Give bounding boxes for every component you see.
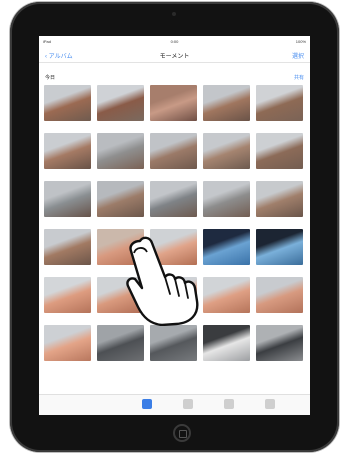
- photo-thumbnail[interactable]: [44, 229, 91, 265]
- tab-shared[interactable]: [183, 399, 193, 409]
- photo-thumbnail[interactable]: [97, 181, 144, 217]
- photo-thumbnail[interactable]: [44, 85, 91, 121]
- photo-thumbnail[interactable]: [150, 325, 197, 361]
- clock: 0:00: [170, 39, 179, 44]
- photo-thumbnail[interactable]: [203, 229, 250, 265]
- page-title: モーメント: [159, 54, 190, 60]
- photo-thumbnail[interactable]: [203, 325, 250, 361]
- home-button[interactable]: [173, 424, 191, 442]
- photo-thumbnail[interactable]: [44, 133, 91, 169]
- photo-thumbnail[interactable]: [203, 85, 250, 121]
- photo-thumbnail[interactable]: [44, 325, 91, 361]
- select-button[interactable]: 選択: [292, 51, 304, 60]
- tab-photos[interactable]: [142, 399, 152, 409]
- photo-thumbnail[interactable]: [44, 277, 91, 313]
- photo-thumbnail[interactable]: [256, 85, 303, 121]
- status-bar: iPad 0:00 100%: [39, 36, 310, 46]
- tab-for-you[interactable]: [265, 399, 275, 409]
- photo-thumbnail[interactable]: [256, 133, 303, 169]
- photo-thumbnail[interactable]: [97, 325, 144, 361]
- photo-thumbnail[interactable]: [256, 229, 303, 265]
- photo-thumbnail[interactable]: [256, 277, 303, 313]
- moment-section-header: 今日 共有: [39, 72, 310, 82]
- photo-thumbnail[interactable]: [150, 181, 197, 217]
- share-button[interactable]: 共有: [294, 74, 304, 81]
- navigation-bar: ‹ アルバム モーメント 選択: [39, 46, 310, 63]
- ipad-screen: iPad 0:00 100% ‹ アルバム モーメント 選択 今日 共有: [39, 36, 310, 415]
- photo-thumbnail[interactable]: [97, 133, 144, 169]
- photo-thumbnail[interactable]: [44, 181, 91, 217]
- home-square-icon: [179, 430, 187, 438]
- camera-lens: [172, 12, 176, 16]
- photo-thumbnail[interactable]: [203, 277, 250, 313]
- photo-thumbnail[interactable]: [203, 181, 250, 217]
- tab-bar: [39, 394, 310, 415]
- section-title: 今日: [45, 75, 56, 81]
- photo-thumbnail[interactable]: [150, 133, 197, 169]
- photo-thumbnail[interactable]: [97, 85, 144, 121]
- battery-label: 100%: [295, 39, 306, 44]
- tap-gesture-hand-icon: [126, 236, 199, 326]
- photo-thumbnail[interactable]: [150, 85, 197, 121]
- photo-thumbnail[interactable]: [203, 133, 250, 169]
- photo-thumbnail[interactable]: [256, 181, 303, 217]
- tab-albums[interactable]: [224, 399, 234, 409]
- photo-thumbnail[interactable]: [256, 325, 303, 361]
